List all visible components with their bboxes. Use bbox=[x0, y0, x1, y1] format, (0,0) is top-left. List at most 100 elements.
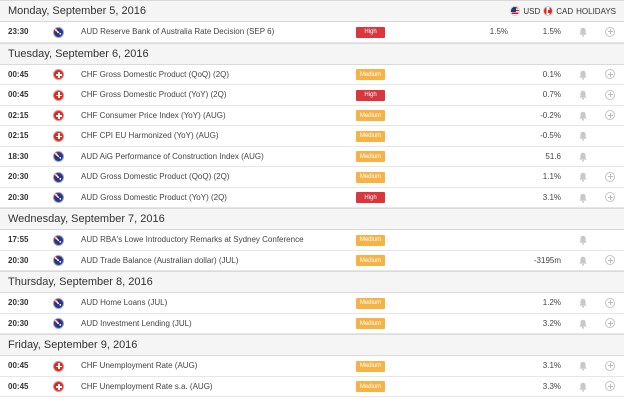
impact-badge: Medium bbox=[356, 318, 385, 329]
event-row[interactable]: 00:45 CHF Unemployment Rate (AUG) Medium 3.… bbox=[0, 356, 624, 377]
event-row[interactable]: 20:30 AUD Investment Lending (JUL) Medium 3… bbox=[0, 314, 624, 334]
event-row[interactable]: 20:30 AUD Trade Balance (Australian dolla… bbox=[0, 251, 624, 271]
chf-flag-icon bbox=[53, 130, 64, 142]
bell-icon[interactable] bbox=[579, 235, 587, 245]
previous-value: 3.1% bbox=[542, 192, 561, 202]
chf-flag-icon bbox=[53, 110, 64, 121]
add-to-calendar-icon[interactable] bbox=[605, 192, 615, 202]
bell-icon[interactable] bbox=[579, 298, 587, 308]
event-row[interactable]: 02:15 CHF CPI EU Harmonized (YoY) (AUG) Me… bbox=[0, 126, 624, 147]
legend-cad[interactable]: CAD bbox=[556, 7, 573, 16]
impact-badge: Medium bbox=[356, 255, 385, 266]
event-time: 00:45 bbox=[8, 361, 29, 371]
day-header: Thursday, September 8, 2016 bbox=[0, 271, 624, 293]
impact-badge: High bbox=[356, 26, 385, 38]
bell-icon[interactable] bbox=[579, 319, 587, 329]
event-name[interactable]: AUD Reserve Bank of Australia Rate Decis… bbox=[81, 27, 274, 36]
day-header: Tuesday, September 6, 2016 bbox=[0, 42, 624, 65]
event-name[interactable]: CHF Unemployment Rate (AUG) bbox=[81, 361, 197, 370]
previous-value: 3.1% bbox=[542, 361, 561, 371]
event-time: 20:30 bbox=[8, 172, 29, 182]
event-name[interactable]: CHF CPI EU Harmonized (YoY) (AUG) bbox=[81, 131, 219, 140]
legend-holidays[interactable]: HOLIDAYS bbox=[576, 7, 616, 16]
add-to-calendar-icon[interactable] bbox=[605, 360, 615, 371]
event-time: 20:30 bbox=[8, 298, 29, 308]
event-name[interactable]: CHF Consumer Price Index (YoY) (AUG) bbox=[81, 111, 226, 120]
event-row[interactable]: 17:55 AUD RBA's Lowe Introductory Remarks… bbox=[0, 230, 624, 251]
impact-badge: Medium bbox=[356, 297, 385, 309]
event-time: 02:15 bbox=[8, 131, 29, 141]
previous-value: 1.5% bbox=[542, 27, 561, 37]
timezone-legend: USD CAD HOLIDAYS bbox=[510, 1, 616, 21]
event-row[interactable]: 02:15 CHF Consumer Price Index (YoY) (AUG… bbox=[0, 106, 624, 126]
aud-flag-icon bbox=[53, 318, 64, 329]
impact-badge: High bbox=[356, 89, 385, 101]
event-name[interactable]: CHF Unemployment Rate s.a. (AUG) bbox=[81, 382, 213, 391]
impact-badge: Medium bbox=[356, 69, 385, 80]
event-row[interactable]: 00:45 CHF Gross Domestic Product (QoQ) (2… bbox=[0, 65, 624, 85]
event-time: 00:45 bbox=[8, 381, 29, 391]
day-label: Thursday, September 8, 2016 bbox=[8, 276, 153, 288]
event-name[interactable]: AUD Gross Domestic Product (YoY) (2Q) bbox=[81, 193, 227, 202]
event-name[interactable]: AUD Trade Balance (Australian dollar) (J… bbox=[81, 256, 238, 265]
event-row[interactable]: 00:45 CHF Gross Domestic Product (YoY) (2… bbox=[0, 85, 624, 106]
previous-value: 1.1% bbox=[542, 172, 561, 182]
aud-flag-icon bbox=[53, 151, 64, 162]
add-to-calendar-icon[interactable] bbox=[605, 171, 615, 182]
bell-icon[interactable] bbox=[579, 70, 587, 80]
previous-value: -0.2% bbox=[540, 110, 561, 120]
event-name[interactable]: AUD Investment Lending (JUL) bbox=[81, 319, 192, 328]
add-to-calendar-icon[interactable] bbox=[605, 89, 615, 100]
add-to-calendar-icon[interactable] bbox=[605, 255, 615, 265]
aud-flag-icon bbox=[53, 297, 64, 309]
event-time: 00:45 bbox=[8, 90, 29, 100]
bell-icon[interactable] bbox=[579, 256, 587, 266]
aud-flag-icon bbox=[53, 171, 64, 183]
event-name[interactable]: CHF Gross Domestic Product (YoY) (2Q) bbox=[81, 90, 227, 99]
day-header: Wednesday, September 7, 2016 bbox=[0, 208, 624, 230]
bell-icon[interactable] bbox=[579, 111, 587, 121]
aud-flag-icon bbox=[53, 255, 64, 266]
impact-badge: Medium bbox=[356, 234, 385, 246]
bell-icon[interactable] bbox=[579, 152, 587, 162]
bell-icon[interactable] bbox=[579, 90, 587, 100]
bell-icon[interactable] bbox=[579, 382, 587, 392]
previous-value: 0.7% bbox=[542, 90, 561, 100]
event-row[interactable]: 20:30 AUD Gross Domestic Product (YoY) (2… bbox=[0, 188, 624, 208]
add-to-calendar-icon[interactable] bbox=[605, 318, 615, 328]
previous-value: 3.2% bbox=[542, 318, 561, 328]
event-time: 20:30 bbox=[8, 192, 29, 202]
event-row[interactable]: 20:30 AUD Gross Domestic Product (QoQ) (2… bbox=[0, 167, 624, 188]
chf-flag-icon bbox=[53, 89, 64, 101]
add-to-calendar-icon[interactable] bbox=[605, 381, 615, 391]
add-to-calendar-icon[interactable] bbox=[605, 26, 615, 37]
event-row[interactable]: 00:45 CHF Unemployment Rate s.a. (AUG) Med… bbox=[0, 377, 624, 397]
impact-badge: High bbox=[356, 192, 385, 203]
event-name[interactable]: AUD RBA's Lowe Introductory Remarks at S… bbox=[81, 235, 304, 244]
event-time: 20:30 bbox=[8, 318, 29, 328]
event-name[interactable]: AUD AiG Performance of Construction Inde… bbox=[81, 152, 264, 161]
event-time: 20:30 bbox=[8, 255, 29, 265]
event-row[interactable]: 18:30 AUD AiG Performance of Construction… bbox=[0, 147, 624, 167]
day-label: Wednesday, September 7, 2016 bbox=[8, 213, 165, 225]
bell-icon[interactable] bbox=[579, 27, 587, 37]
event-time: 17:55 bbox=[8, 235, 29, 245]
add-to-calendar-icon[interactable] bbox=[605, 297, 615, 308]
impact-badge: Medium bbox=[356, 130, 385, 142]
bell-icon[interactable] bbox=[579, 131, 587, 141]
bell-icon[interactable] bbox=[579, 193, 587, 203]
legend-usd[interactable]: USD bbox=[523, 7, 540, 16]
bell-icon[interactable] bbox=[579, 361, 587, 371]
event-time: 18:30 bbox=[8, 151, 29, 161]
event-row[interactable]: 23:30 AUD Reserve Bank of Australia Rate … bbox=[0, 22, 624, 43]
day-label: Friday, September 9, 2016 bbox=[8, 339, 138, 351]
event-name[interactable]: CHF Gross Domestic Product (QoQ) (2Q) bbox=[81, 70, 229, 79]
add-to-calendar-icon[interactable] bbox=[605, 69, 615, 79]
event-name[interactable]: AUD Gross Domestic Product (QoQ) (2Q) bbox=[81, 172, 229, 181]
day-header: Friday, September 9, 2016 bbox=[0, 334, 624, 356]
bell-icon[interactable] bbox=[579, 172, 587, 182]
event-name[interactable]: AUD Home Loans (JUL) bbox=[81, 298, 167, 307]
add-to-calendar-icon[interactable] bbox=[605, 110, 615, 120]
aud-flag-icon bbox=[53, 26, 64, 38]
event-row[interactable]: 20:30 AUD Home Loans (JUL) Medium 1.2% bbox=[0, 293, 624, 314]
